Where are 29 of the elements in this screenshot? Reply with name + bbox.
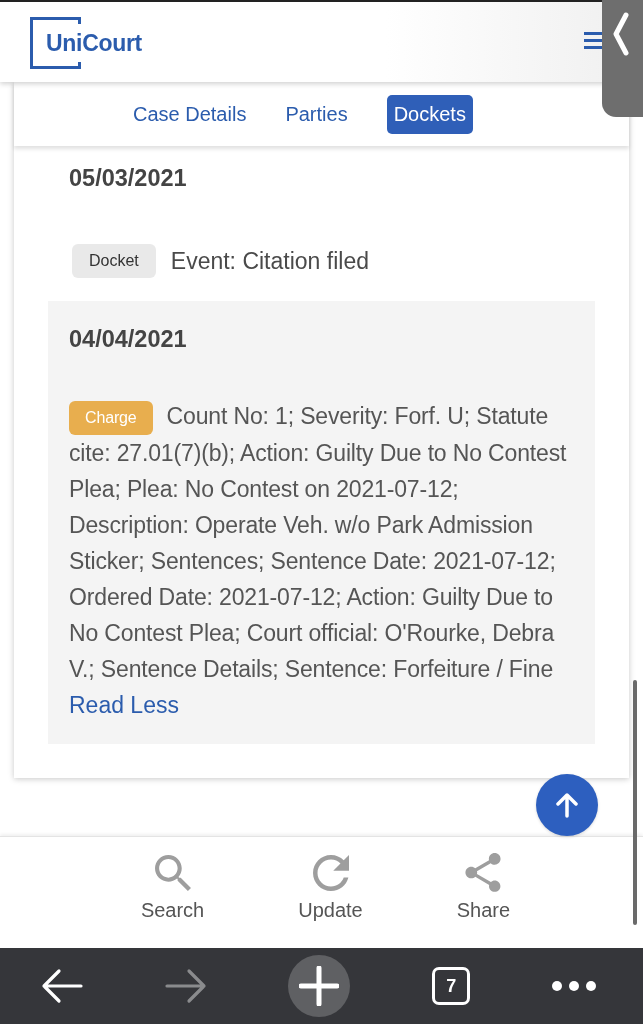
back-button[interactable] xyxy=(40,968,83,1005)
share-icon xyxy=(465,852,502,893)
arrow-right-icon xyxy=(164,968,207,1005)
edge-panel-handle[interactable] xyxy=(602,0,643,117)
chevron-left-icon xyxy=(613,12,629,56)
plus-icon xyxy=(299,966,340,1007)
tab[interactable]: Dockets xyxy=(386,94,473,134)
refresh-icon xyxy=(312,852,349,893)
tab-count-button[interactable]: 7 xyxy=(432,967,471,1006)
docket-date: 04/04/2021 xyxy=(69,327,187,351)
charge-badge: Charge xyxy=(69,400,153,435)
read-less-link[interactable]: Read Less xyxy=(69,686,179,723)
search-icon xyxy=(154,852,191,893)
arrow-left-icon xyxy=(40,968,83,1005)
docket-event-text: Event: Citation filed xyxy=(170,247,369,275)
search-button[interactable]: Search xyxy=(140,852,205,933)
menu-icon[interactable] xyxy=(584,31,602,49)
tab[interactable]: Case Details xyxy=(133,94,247,134)
charge-description: Charge Count No: 1; Severity: Forf. U; Statute cite: 27.01(7)(b); Action: Guilty Due to No Contest Plea; Plea: No Contest on 2021-07-12; Description: Operate Veh. w/o Park Admission Sticker; Sentences; Sentence Date: 2021-07-12; Ordered Date: 2021-07-12; Action: Guilty Due to No Contest Plea; Court official: O'Rourke, Debra V.; Sentence Details; Sentence: Forfeiture / Fine xyxy=(69,398,574,687)
more-menu-button[interactable] xyxy=(552,981,597,992)
logo[interactable]: UniCourt xyxy=(30,17,142,69)
docket-badge: Docket xyxy=(72,244,156,278)
update-button[interactable]: Update xyxy=(298,852,363,933)
docket-date: 05/03/2021 xyxy=(69,166,187,190)
more-icon xyxy=(552,981,597,992)
share-button[interactable]: Share xyxy=(456,852,511,933)
scroll-to-top-button[interactable] xyxy=(536,774,598,836)
arrow-up-icon xyxy=(556,792,578,818)
tab[interactable]: Parties xyxy=(285,94,348,134)
